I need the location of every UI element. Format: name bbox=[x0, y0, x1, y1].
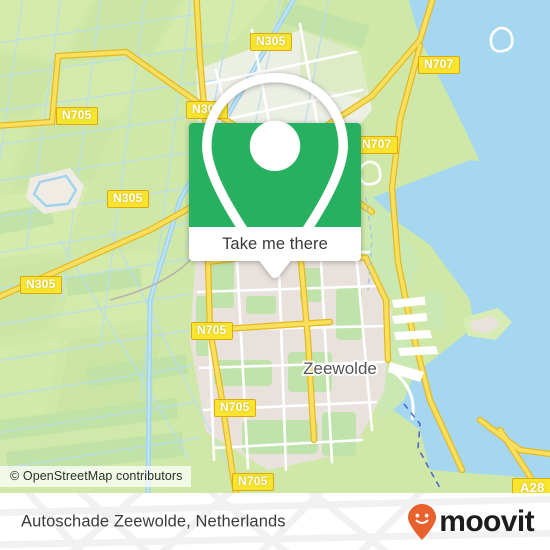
footer-bar: Autoschade Zeewolde, Netherlands moovit bbox=[0, 493, 550, 550]
popup-action-area[interactable]: Take me there bbox=[189, 227, 361, 272]
road-shield-n305: N305 bbox=[107, 190, 149, 208]
map-pin-icon bbox=[202, 72, 348, 278]
map-canvas[interactable]: Zeewolde Zeewolde N305 N707 N305 N705 N707 N3… bbox=[0, 0, 550, 493]
road-shield-n707: N707 bbox=[356, 136, 398, 154]
moovit-wordmark: moovit bbox=[439, 504, 534, 538]
osm-attribution[interactable]: © OpenStreetMap contributors bbox=[0, 466, 191, 487]
road-shield-n707: N707 bbox=[418, 56, 460, 74]
road-shield-n305: N305 bbox=[20, 276, 62, 294]
take-me-there-label: Take me there bbox=[222, 234, 328, 253]
moovit-smiling-pin-icon bbox=[408, 503, 437, 540]
take-me-there-popup[interactable]: Take me there bbox=[189, 72, 361, 278]
place-title: Autoschade Zeewolde, Netherlands bbox=[21, 512, 286, 530]
moovit-logo[interactable]: moovit bbox=[407, 503, 535, 541]
popup-icon-area bbox=[189, 72, 361, 278]
road-shield-n705: N705 bbox=[232, 473, 274, 491]
road-shield-a28: A28 bbox=[512, 478, 550, 493]
moovit-place-card: Zeewolde Zeewolde N305 N707 N305 N705 N707 N3… bbox=[0, 0, 550, 550]
road-shield-n705: N705 bbox=[56, 107, 98, 125]
popup-tail bbox=[263, 261, 287, 272]
